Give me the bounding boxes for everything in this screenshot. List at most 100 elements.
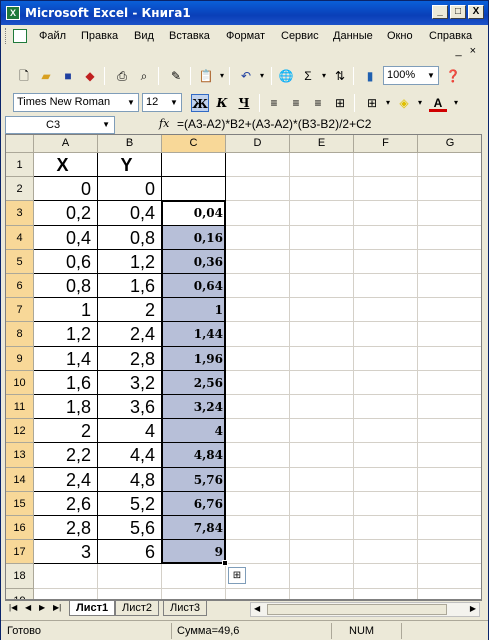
row-header-18[interactable]: 18 bbox=[6, 564, 34, 589]
merge-center-icon[interactable]: ⊞ bbox=[331, 94, 349, 112]
cell-g1[interactable] bbox=[418, 153, 481, 178]
sheet-tab-1[interactable]: Лист1 bbox=[69, 601, 116, 616]
cell-f3[interactable] bbox=[354, 201, 418, 226]
cell-g13[interactable] bbox=[418, 443, 481, 468]
cell-e15[interactable] bbox=[290, 491, 354, 516]
cell-a8[interactable]: 1,2 bbox=[34, 322, 98, 347]
cell-e10[interactable] bbox=[290, 370, 354, 395]
cell-e19[interactable] bbox=[290, 588, 354, 599]
cell-e17[interactable] bbox=[290, 540, 354, 565]
menu-window[interactable]: Окно bbox=[387, 30, 413, 42]
cell-a2[interactable]: 0 bbox=[34, 177, 98, 202]
workbook-icon[interactable] bbox=[13, 29, 27, 43]
name-box[interactable]: C3 ▼ bbox=[5, 116, 115, 134]
cell-d13[interactable] bbox=[226, 443, 290, 468]
cell-b4[interactable]: 0,8 bbox=[98, 225, 162, 250]
row-header-14[interactable]: 14 bbox=[6, 467, 34, 492]
close-button[interactable]: X bbox=[468, 5, 484, 19]
cell-c10[interactable]: 2,56 bbox=[162, 370, 226, 395]
horizontal-scrollbar[interactable]: ◀ ▶ bbox=[250, 602, 480, 617]
cell-d9[interactable] bbox=[226, 346, 290, 371]
cell-d12[interactable] bbox=[226, 419, 290, 444]
cell-a15[interactable]: 2,6 bbox=[34, 491, 98, 516]
cell-c4[interactable]: 0,16 bbox=[162, 225, 226, 250]
cell-d10[interactable] bbox=[226, 370, 290, 395]
print-preview-icon[interactable]: ⌕ bbox=[135, 67, 153, 85]
cell-d17[interactable] bbox=[226, 540, 290, 565]
cell-a9[interactable]: 1,4 bbox=[34, 346, 98, 371]
next-sheet-icon[interactable]: ▶ bbox=[39, 603, 45, 612]
chart-wizard-icon[interactable]: ▮ bbox=[361, 67, 379, 85]
column-header-g[interactable]: G bbox=[418, 135, 481, 153]
insert-function-icon[interactable]: fx bbox=[159, 117, 169, 130]
row-header-9[interactable]: 9 bbox=[6, 346, 34, 371]
sort-ascending-icon[interactable]: ⇅ bbox=[331, 67, 349, 85]
cell-d19[interactable] bbox=[226, 588, 290, 599]
cell-f7[interactable] bbox=[354, 298, 418, 323]
row-header-16[interactable]: 16 bbox=[6, 516, 34, 541]
fill-handle[interactable] bbox=[222, 560, 228, 567]
cell-g15[interactable] bbox=[418, 492, 481, 516]
column-header-d[interactable]: D bbox=[226, 135, 290, 153]
cell-c2[interactable] bbox=[162, 177, 226, 202]
column-header-f[interactable]: F bbox=[354, 135, 418, 153]
cell-c11[interactable]: 3,24 bbox=[162, 395, 226, 420]
chevron-down-icon[interactable]: ▼ bbox=[124, 94, 138, 111]
cell-b11[interactable]: 3,6 bbox=[98, 395, 162, 420]
cell-f18[interactable] bbox=[354, 564, 418, 589]
sheet-tab-3[interactable]: Лист3 bbox=[163, 601, 208, 616]
row-header-17[interactable]: 17 bbox=[6, 540, 34, 565]
last-sheet-icon[interactable]: ▶| bbox=[53, 603, 61, 612]
cell-d2[interactable] bbox=[226, 177, 290, 202]
menu-edit[interactable]: Правка bbox=[81, 30, 118, 42]
font-color-dropdown-icon[interactable]: ▾ bbox=[447, 94, 465, 112]
cell-a12[interactable]: 2 bbox=[34, 419, 98, 444]
column-header-a[interactable]: A bbox=[34, 135, 98, 153]
cell-a10[interactable]: 1,6 bbox=[34, 370, 98, 395]
cell-b18[interactable] bbox=[98, 564, 162, 589]
row-header-8[interactable]: 8 bbox=[6, 322, 34, 347]
cell-a14[interactable]: 2,4 bbox=[34, 467, 98, 492]
select-all-corner[interactable] bbox=[6, 135, 34, 153]
cell-d14[interactable] bbox=[226, 467, 290, 492]
cell-d16[interactable] bbox=[226, 516, 290, 541]
cell-d15[interactable] bbox=[226, 491, 290, 516]
sheet-tab-2[interactable]: Лист2 bbox=[115, 601, 160, 616]
cell-f9[interactable] bbox=[354, 346, 418, 371]
cell-d3[interactable] bbox=[226, 201, 290, 226]
cell-f8[interactable] bbox=[354, 322, 418, 347]
cell-a7[interactable]: 1 bbox=[34, 298, 98, 323]
font-name-select[interactable]: Times New Roman ▼ bbox=[13, 93, 139, 112]
cell-c18[interactable] bbox=[162, 564, 226, 589]
cell-b6[interactable]: 1,6 bbox=[98, 274, 162, 299]
new-icon[interactable]: 🗋 bbox=[15, 67, 33, 85]
cell-g16[interactable] bbox=[418, 516, 481, 541]
row-header-2[interactable]: 2 bbox=[6, 177, 34, 202]
cell-d6[interactable] bbox=[226, 274, 290, 299]
column-header-e[interactable]: E bbox=[290, 135, 354, 153]
cell-b12[interactable]: 4 bbox=[98, 419, 162, 444]
cell-c8[interactable]: 1,44 bbox=[162, 322, 226, 347]
permission-icon[interactable]: ◆ bbox=[81, 67, 99, 85]
undo-dropdown-icon[interactable]: ▾ bbox=[253, 67, 271, 85]
cell-e18[interactable] bbox=[290, 564, 354, 589]
minimize-button[interactable]: _ bbox=[432, 5, 448, 19]
row-header-19[interactable]: 19 bbox=[6, 588, 34, 599]
cell-c5[interactable]: 0,36 bbox=[162, 249, 226, 274]
row-header-4[interactable]: 4 bbox=[6, 225, 34, 250]
cell-g17[interactable] bbox=[418, 540, 481, 565]
cell-e1[interactable] bbox=[290, 153, 354, 178]
cell-a17[interactable]: 3 bbox=[34, 540, 98, 565]
cell-a5[interactable]: 0,6 bbox=[34, 249, 98, 274]
cell-e12[interactable] bbox=[290, 419, 354, 444]
doc-minimize-button[interactable]: _ bbox=[455, 45, 461, 57]
cell-g9[interactable] bbox=[418, 347, 481, 371]
cell-g6[interactable] bbox=[418, 274, 481, 299]
scroll-right-icon[interactable]: ▶ bbox=[470, 604, 476, 613]
chevron-down-icon[interactable]: ▼ bbox=[424, 67, 438, 84]
cell-b5[interactable]: 1,2 bbox=[98, 249, 162, 274]
print-icon[interactable]: ⎙ bbox=[113, 67, 131, 85]
cell-c14[interactable]: 5,76 bbox=[162, 467, 226, 492]
row-header-5[interactable]: 5 bbox=[6, 249, 34, 274]
cell-c3[interactable]: 0,04 bbox=[162, 201, 226, 226]
